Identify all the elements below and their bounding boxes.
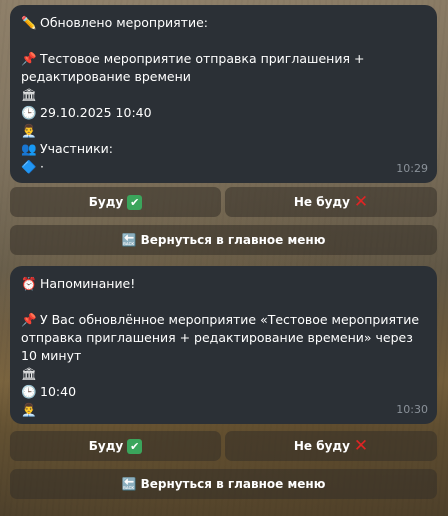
main-menu-label: Вернуться в главное меню [140,477,326,491]
message-line-title: ⏰ Напоминание! [21,275,426,293]
message-bubble-reminder: ⏰ Напоминание! 📌 У Вас обновлённое меропри… [10,266,437,424]
person-icon: 👨‍💼 [21,402,37,417]
message-line-participants: 👥 Участники: [21,140,426,158]
message-line-blank [21,32,426,50]
participants-label: Участники: [40,141,113,156]
alarm-clock-icon: ⏰ [21,276,37,291]
pushpin-icon: 📌 [21,312,37,327]
check-mark-icon: ✔ [127,194,143,210]
message-line-organizer: 👨‍💼 [21,401,426,419]
decline-button[interactable]: Не буду ✕ [225,431,437,461]
diamond-icon: 🔷 [21,159,37,174]
message-line-time: 🕒 10:40 [21,383,426,401]
reminder-text: У Вас обновлённое мероприятие «Тестовое … [21,312,424,363]
back-arrow-icon: 🔙 [121,233,137,247]
attend-label: Буду [88,195,124,209]
main-menu-button[interactable]: 🔙 Вернуться в главное меню [10,469,437,499]
pushpin-icon: 📌 [21,51,37,66]
message-line-reminder-text: 📌 У Вас обновлённое мероприятие «Тестовое… [21,311,426,365]
message-line-title: ✏️ Обновлено мероприятие: [21,14,426,32]
event-name: Тестовое мероприятие отправка приглашени… [21,51,369,84]
decline-label: Не буду [293,195,350,209]
event-datetime: 29.10.2025 10:40 [40,105,152,120]
message-line-location: 🏛 [21,86,426,104]
person-icon: 👨‍💼 [21,123,37,138]
clock-icon: 🕒 [21,384,37,399]
message-time: 10:29 [396,162,428,175]
building-icon: 🏛 [21,87,37,102]
decline-button[interactable]: Не буду ✕ [225,187,437,217]
attend-label: Буду [88,439,124,453]
participant-name: · [40,159,44,174]
message-title: Обновлено мероприятие: [40,15,208,30]
message-time: 10:30 [396,403,428,416]
message-title: Напоминание! [40,276,136,291]
cross-mark-icon: ✕ [353,436,369,456]
back-arrow-icon: 🔙 [121,477,137,491]
event-time: 10:40 [40,384,77,399]
building-icon: 🏛 [21,366,37,381]
clock-icon: 🕒 [21,105,37,120]
message-bubble-event-updated: ✏️ Обновлено мероприятие: 📌 Тестовое мероп… [10,5,437,183]
main-menu-label: Вернуться в главное меню [140,233,326,247]
message-line-organizer: 👨‍💼 [21,122,426,140]
cross-mark-icon: ✕ [353,192,369,212]
message-line-participant: 🔷 · [21,158,426,176]
attend-button[interactable]: Буду ✔ [10,187,221,217]
decline-label: Не буду [293,439,350,453]
message-line-event-name: 📌 Тестовое мероприятие отправка приглашен… [21,50,426,86]
message-line-location: 🏛 [21,365,426,383]
message-line-datetime: 🕒 29.10.2025 10:40 [21,104,426,122]
check-mark-icon: ✔ [127,438,143,454]
pencil-icon: ✏️ [21,15,37,30]
participants-icon: 👥 [21,141,37,156]
message-line-blank [21,293,426,311]
main-menu-button[interactable]: 🔙 Вернуться в главное меню [10,225,437,255]
attend-button[interactable]: Буду ✔ [10,431,221,461]
